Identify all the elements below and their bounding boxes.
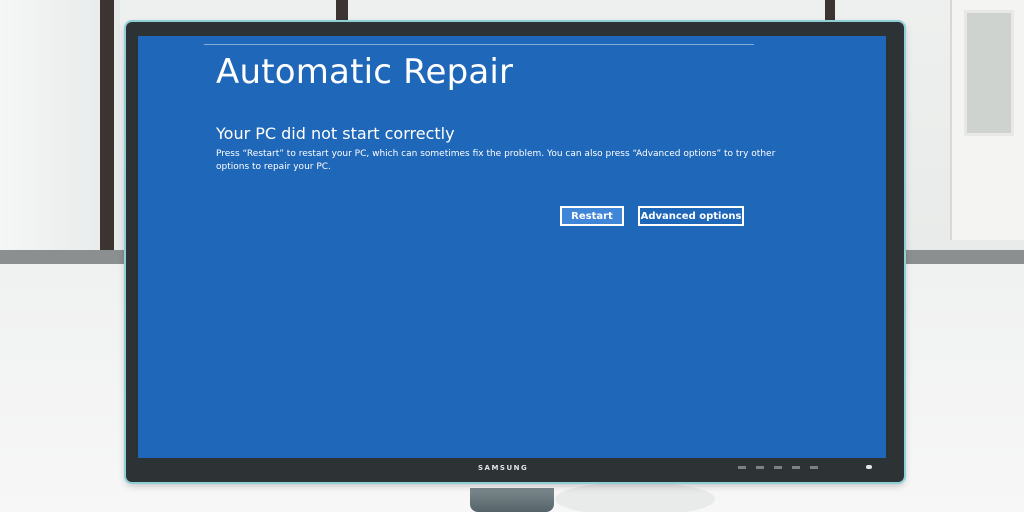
- repair-screen: Automatic Repair Your PC did not start c…: [138, 36, 886, 458]
- monitor-bezel: SAMSUNG: [138, 458, 886, 480]
- monitor-brand-logo: SAMSUNG: [478, 464, 529, 472]
- error-message: Press “Restart” to restart your PC, whic…: [216, 149, 776, 172]
- background-object: [555, 482, 715, 512]
- photo-scene: Automatic Repair Your PC did not start c…: [0, 0, 1024, 512]
- monitor-controls: [738, 466, 858, 470]
- advanced-options-button[interactable]: Advanced options: [638, 206, 744, 226]
- power-indicator-icon[interactable]: [866, 465, 872, 469]
- control-button[interactable]: [774, 466, 782, 469]
- monitor-stand: [470, 488, 554, 512]
- page-title: Automatic Repair: [216, 52, 514, 92]
- screen-divider: [204, 44, 754, 45]
- control-button[interactable]: [756, 466, 764, 469]
- monitor: Automatic Repair Your PC did not start c…: [126, 22, 904, 482]
- background-picture: [964, 10, 1014, 136]
- control-button[interactable]: [738, 466, 746, 469]
- error-heading: Your PC did not start correctly: [216, 124, 455, 143]
- control-button[interactable]: [792, 466, 800, 469]
- restart-button[interactable]: Restart: [560, 206, 624, 226]
- control-button[interactable]: [810, 466, 818, 469]
- background-post: [100, 0, 114, 250]
- background-picture-frame: [950, 0, 1024, 240]
